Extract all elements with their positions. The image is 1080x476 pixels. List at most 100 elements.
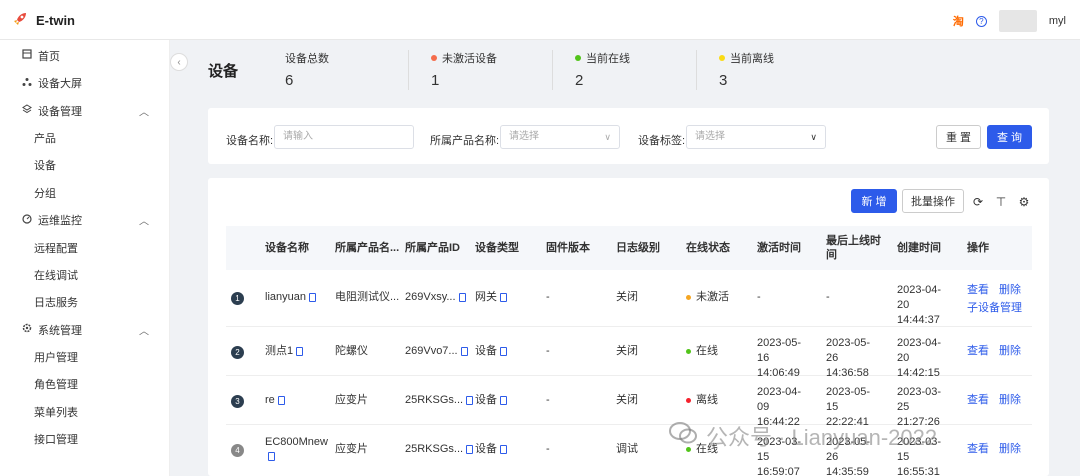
page-title: 设备: [208, 62, 239, 80]
copy-icon[interactable]: [268, 452, 275, 461]
stat-label: 当前离线: [730, 53, 774, 65]
chevron-up-icon[interactable]: ︿: [139, 322, 149, 337]
view-link[interactable]: 查看: [967, 344, 989, 359]
sidebar-item-device-management[interactable]: 设备管理 ︿: [0, 97, 169, 125]
settings-icon[interactable]: ⚙: [1016, 194, 1032, 210]
sidebar-item-menu-list[interactable]: 菜单列表: [0, 398, 169, 425]
chevron-left-icon: ‹: [177, 56, 181, 68]
product-name: 应变片: [335, 394, 368, 406]
batch-operation-button[interactable]: 批量操作: [902, 189, 964, 213]
stat-value: 1: [431, 72, 440, 89]
sidebar-item-ops-monitor[interactable]: 运维监控 ︿: [0, 206, 169, 234]
activation-time: -: [757, 291, 761, 303]
copy-icon[interactable]: [500, 347, 507, 356]
stat-value: 6: [285, 72, 294, 89]
online-status: 在线: [696, 345, 718, 357]
delete-link[interactable]: 删除: [999, 344, 1021, 359]
delete-link[interactable]: 删除: [999, 442, 1021, 457]
column-header: 创建时间: [897, 242, 941, 254]
copy-icon[interactable]: [500, 396, 507, 405]
device-name-input[interactable]: 请输入: [274, 125, 414, 149]
activation-time: 2023-05-16 14:06:49: [757, 337, 802, 379]
reset-button[interactable]: 重 置: [936, 125, 981, 149]
add-button[interactable]: 新 增: [851, 189, 897, 213]
device-name: EC800Mnew: [265, 436, 328, 448]
product-name: 陀螺仪: [335, 345, 368, 357]
sidebar-item-label: 分组: [34, 187, 56, 200]
sidebar-item-role-management[interactable]: 角色管理: [0, 371, 169, 398]
refresh-icon[interactable]: ⟳: [970, 194, 986, 210]
log-level: 关闭: [616, 291, 638, 303]
firmware-version: -: [546, 345, 550, 357]
online-status: 离线: [696, 394, 718, 406]
select-placeholder: 请选择: [695, 131, 725, 142]
copy-icon[interactable]: [458, 293, 466, 302]
copy-icon[interactable]: [277, 396, 285, 405]
sidebar-item-online-debug[interactable]: 在线调试: [0, 261, 169, 288]
delete-link[interactable]: 删除: [999, 393, 1021, 408]
sidebar-item-remote-config[interactable]: 远程配置: [0, 234, 169, 261]
copy-icon[interactable]: [500, 445, 507, 454]
delete-link[interactable]: 删除: [999, 283, 1021, 298]
copy-icon[interactable]: [296, 347, 304, 356]
column-header: 设备类型: [475, 242, 519, 254]
taobao-icon[interactable]: 淘: [953, 13, 964, 29]
sidebar-item-device[interactable]: 设备: [0, 152, 169, 179]
device-tag-label: 设备标签:: [638, 135, 686, 147]
sidebar-item-system-management[interactable]: 系统管理 ︿: [0, 316, 169, 344]
density-icon[interactable]: ⊤: [993, 194, 1009, 210]
copy-icon[interactable]: [466, 445, 474, 454]
sidebar-item-big-screen[interactable]: 设备大屏: [0, 70, 169, 98]
column-header: 激活时间: [757, 242, 801, 254]
sidebar-item-home[interactable]: 首页: [0, 42, 169, 70]
copy-icon[interactable]: [308, 293, 316, 302]
chevron-up-icon[interactable]: ︿: [139, 213, 149, 228]
collapse-sidebar-button[interactable]: ‹: [170, 53, 188, 71]
sidebar-item-label: 设备管理: [38, 105, 82, 118]
logo[interactable]: E-twin: [12, 11, 75, 30]
sidebar-item-label: 产品: [34, 133, 56, 146]
sidebar-item-label: 菜单列表: [34, 406, 78, 419]
product-select[interactable]: 请选择 ∨: [500, 125, 620, 149]
created-time: 2023-04-20 14:42:15: [897, 337, 942, 379]
device-type: 设备: [475, 443, 497, 455]
stat-online: 当前在线 2: [553, 50, 697, 90]
table-row: 1 lianyuan 电阻测试仪... 269Vxsy... 网关 - 关闭 未…: [226, 270, 1032, 327]
sidebar-item-group[interactable]: 分组: [0, 179, 169, 206]
product-id: 269Vxsy...: [405, 291, 456, 303]
column-header: 所属产品名...: [335, 242, 400, 254]
watermark: 公众号 · Lianyuan-2022: [668, 420, 937, 452]
table-row: 2 测点1 陀螺仪 269Vvo7... 设备 - 关闭 在线 2023-05-…: [226, 327, 1032, 379]
copy-icon[interactable]: [460, 347, 468, 356]
row-index: 3: [231, 395, 244, 408]
view-link[interactable]: 查看: [967, 283, 989, 298]
copy-icon[interactable]: [466, 396, 474, 405]
stat-inactive: 未激活设备 1: [409, 50, 553, 90]
sidebar-item-label: 设备大屏: [38, 78, 82, 91]
sidebar-item-api-management[interactable]: 接口管理: [0, 425, 169, 452]
dashboard-icon: [22, 214, 32, 227]
help-icon[interactable]: ?: [975, 15, 987, 27]
sidebar-item-log-service[interactable]: 日志服务: [0, 288, 169, 315]
sidebar-item-product[interactable]: 产品: [0, 125, 169, 152]
avatar[interactable]: [998, 10, 1037, 32]
table-header: 设备名称 所属产品名... 所属产品ID 设备类型 固件版本 日志级别 在线状态…: [226, 226, 1032, 270]
sidebar-item-label: 在线调试: [34, 269, 78, 282]
view-link[interactable]: 查看: [967, 393, 989, 408]
chevron-up-icon[interactable]: ︿: [139, 103, 149, 118]
sidebar-item-label: 系统管理: [38, 324, 82, 337]
column-header: 所属产品ID: [405, 242, 460, 254]
log-level: 关闭: [616, 345, 638, 357]
copy-icon[interactable]: [500, 293, 507, 302]
query-button[interactable]: 查 询: [987, 125, 1032, 149]
device-tag-select[interactable]: 请选择 ∨: [686, 125, 826, 149]
layers-icon: [22, 104, 32, 117]
sidebar-item-user-management[interactable]: 用户管理: [0, 343, 169, 370]
device-name-label: 设备名称:: [226, 135, 274, 147]
rocket-icon: [12, 11, 28, 30]
view-link[interactable]: 查看: [967, 442, 989, 457]
username[interactable]: myl: [1049, 15, 1066, 27]
home-icon: [22, 49, 32, 62]
column-header: 固件版本: [546, 242, 590, 254]
sub-device-management-link[interactable]: 子设备管理: [967, 301, 1022, 316]
